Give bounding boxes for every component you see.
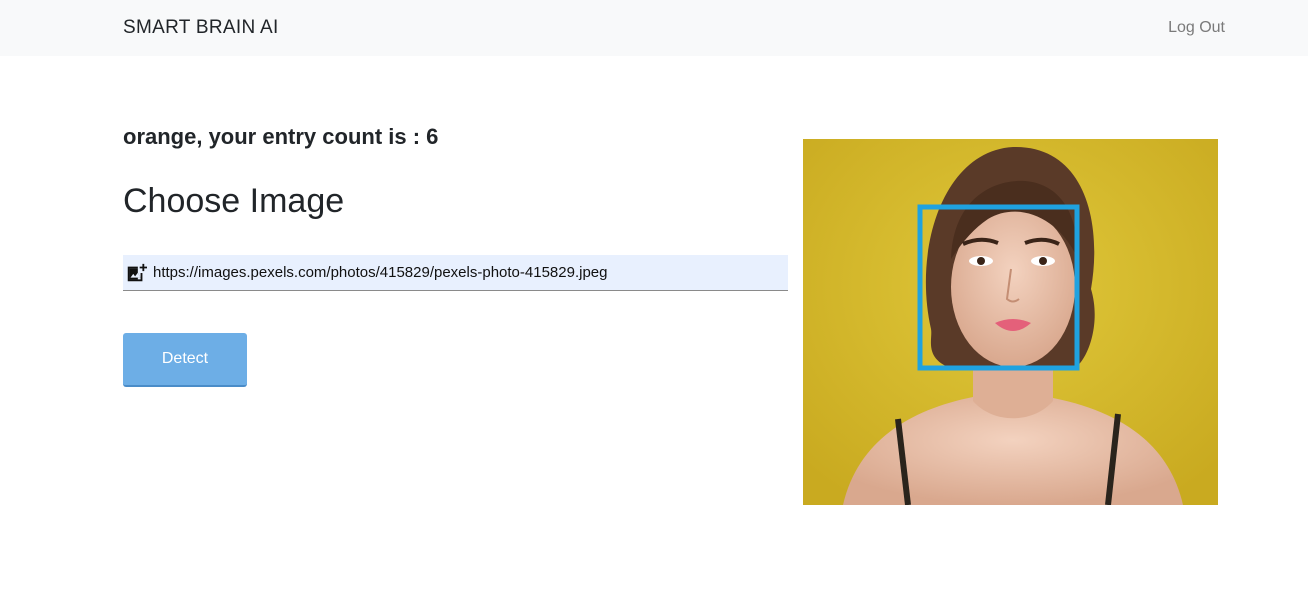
top-navbar: SMART BRAIN AI Log Out	[0, 0, 1308, 56]
page-title: Choose Image	[123, 182, 345, 220]
logout-link[interactable]: Log Out	[1168, 19, 1225, 37]
image-url-field[interactable]	[123, 255, 788, 291]
entry-count-text: orange, your entry count is : 6	[123, 124, 439, 149]
brand-title: SMART BRAIN AI	[123, 17, 279, 38]
image-url-input[interactable]	[153, 264, 773, 281]
add-photo-icon	[125, 262, 147, 284]
face-photo	[803, 139, 1218, 505]
portrait-image	[803, 139, 1218, 505]
detect-button[interactable]: Detect	[123, 333, 247, 387]
